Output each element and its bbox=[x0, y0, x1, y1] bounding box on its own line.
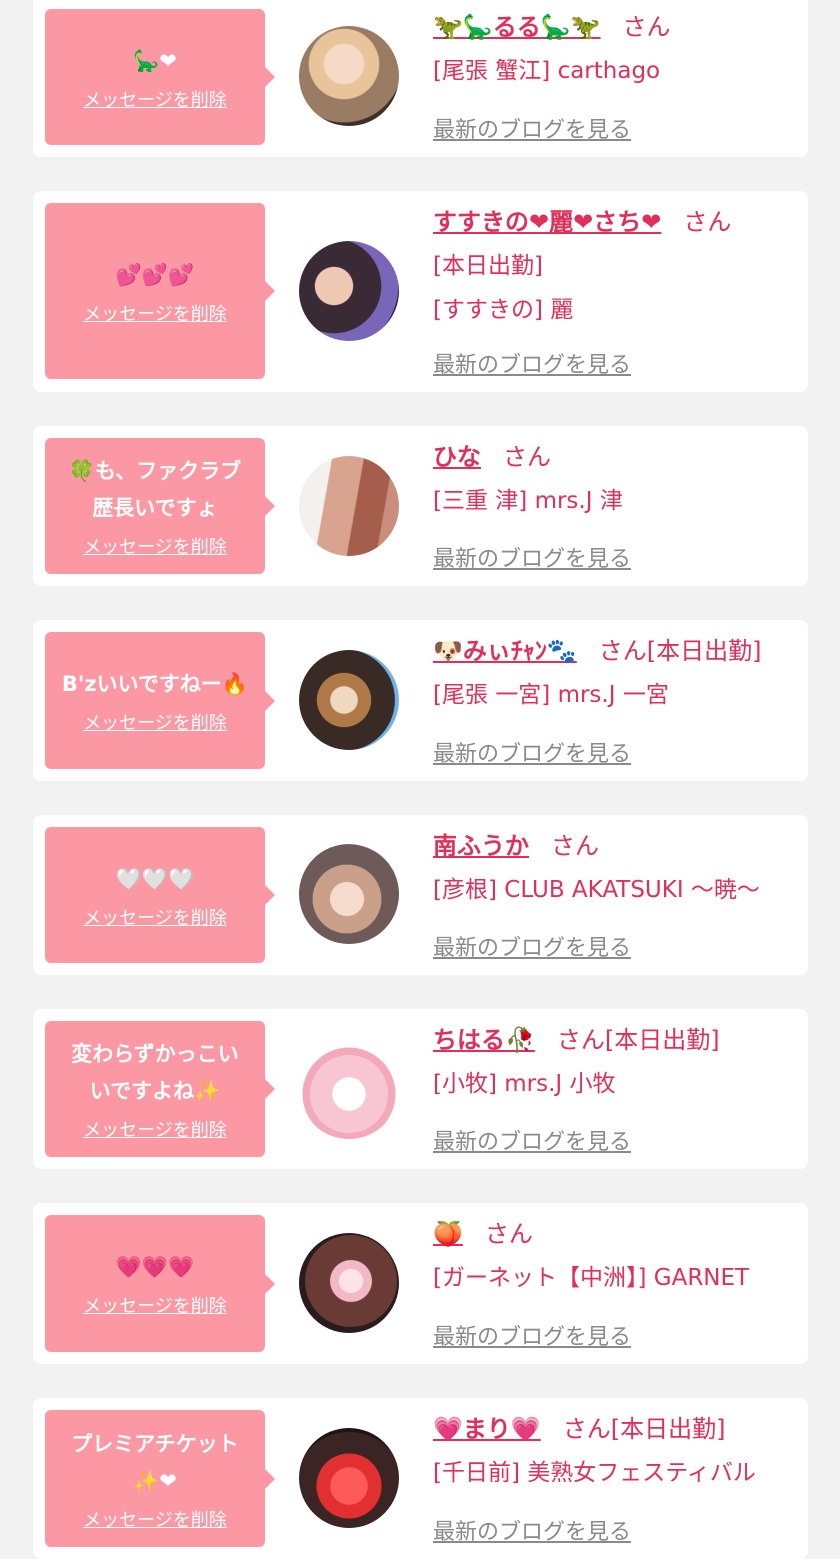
favorite-card: 🦕❤ メッセージを削除 🦖🦕るる🦕🦖 さん [尾張 蟹江] carthago 最新… bbox=[33, 0, 808, 157]
message-text: 変わらずかっこい いですよね✨ bbox=[71, 1042, 239, 1103]
shop-line: [すすきの] 麗 bbox=[433, 297, 574, 323]
message-text: 💗💗💗 bbox=[115, 1255, 195, 1279]
latest-blog-link[interactable]: 最新のブログを見る bbox=[433, 736, 631, 768]
message-bubble: 🤍🤍🤍 メッセージを削除 bbox=[45, 827, 275, 963]
message-bubble: 🍀も、ファクラブ 歴長いですょ メッセージを削除 bbox=[45, 438, 275, 574]
profile-name-link[interactable]: ちはる🥀 bbox=[433, 1026, 535, 1054]
delete-message-link[interactable]: メッセージを削除 bbox=[83, 533, 227, 559]
message-bubble: 🦕❤ メッセージを削除 bbox=[45, 9, 275, 145]
delete-message-link[interactable]: メッセージを削除 bbox=[83, 86, 227, 112]
delete-message-link[interactable]: メッセージを削除 bbox=[83, 904, 227, 930]
message-bubble: B'zいいですねー🔥 メッセージを削除 bbox=[45, 632, 275, 769]
message-text: 🤍🤍🤍 bbox=[115, 866, 195, 891]
avatar[interactable] bbox=[299, 1428, 399, 1528]
favorite-card: プレミアチケット ✨❤ メッセージを削除 💗まり💗 さん[本日出勤] [千日前] … bbox=[33, 1398, 808, 1559]
message-bubble: 💕💕💕 メッセージを削除 bbox=[45, 203, 275, 379]
avatar[interactable] bbox=[299, 456, 399, 556]
profile-name-link[interactable]: すすきの❤麗❤さち❤ bbox=[433, 208, 661, 236]
favorite-card: 💕💕💕 メッセージを削除 すすきの❤麗❤さち❤ さん [本日出勤] [すすきの] … bbox=[33, 191, 808, 392]
latest-blog-link[interactable]: 最新のブログを見る bbox=[433, 541, 631, 573]
latest-blog-link[interactable]: 最新のブログを見る bbox=[433, 112, 631, 144]
honorific: さん bbox=[503, 443, 551, 471]
shop-line: [尾張 一宮] mrs.J 一宮 bbox=[433, 682, 669, 708]
avatar[interactable] bbox=[299, 26, 399, 126]
avatar[interactable] bbox=[299, 844, 399, 944]
delete-message-link[interactable]: メッセージを削除 bbox=[83, 1292, 227, 1318]
avatar[interactable] bbox=[299, 241, 399, 341]
honorific: さん[本日出勤] bbox=[562, 1415, 726, 1443]
shop-line: [千日前] 美熟女フェスティバル bbox=[433, 1460, 756, 1486]
latest-blog-link[interactable]: 最新のブログを見る bbox=[433, 1514, 631, 1546]
honorific: さん bbox=[551, 832, 599, 860]
profile-name-link[interactable]: 🐶みぃﾁｬﾝ🐾 bbox=[433, 637, 577, 665]
latest-blog-link[interactable]: 最新のブログを見る bbox=[433, 1124, 631, 1156]
avatar[interactable] bbox=[299, 650, 399, 750]
message-bubble: 💗💗💗 メッセージを削除 bbox=[45, 1215, 275, 1352]
honorific: さん[本日出勤] bbox=[598, 637, 762, 665]
shop-line: [小牧] mrs.J 小牧 bbox=[433, 1071, 616, 1097]
message-text: 🦕❤ bbox=[133, 48, 177, 73]
message-bubble: プレミアチケット ✨❤ メッセージを削除 bbox=[45, 1410, 275, 1547]
favorite-card: 💗💗💗 メッセージを削除 🍑 さん [ガーネット【中洲】] GARNET 最新のブ… bbox=[33, 1203, 808, 1364]
shop-line: [三重 津] mrs.J 津 bbox=[433, 488, 623, 514]
avatar[interactable] bbox=[299, 1039, 399, 1139]
shop-line: [彦根] CLUB AKATSUKI 〜暁〜 bbox=[433, 877, 760, 903]
profile-name-link[interactable]: 南ふうか bbox=[433, 832, 529, 860]
honorific: さん[本日出勤] bbox=[556, 1026, 720, 1054]
delete-message-link[interactable]: メッセージを削除 bbox=[83, 1506, 227, 1532]
profile-name-link[interactable]: 💗まり💗 bbox=[433, 1415, 541, 1443]
profile-name-link[interactable]: 🍑 bbox=[433, 1220, 463, 1248]
favorite-card: 🤍🤍🤍 メッセージを削除 南ふうか さん [彦根] CLUB AKATSUKI 〜… bbox=[33, 815, 808, 975]
latest-blog-link[interactable]: 最新のブログを見る bbox=[433, 347, 631, 379]
delete-message-link[interactable]: メッセージを削除 bbox=[83, 1116, 227, 1142]
profile-name-link[interactable]: 🦖🦕るる🦕🦖 bbox=[433, 13, 601, 41]
honorific: さん bbox=[484, 1220, 533, 1248]
shop-line: [本日出勤] bbox=[433, 253, 543, 279]
honorific: さん bbox=[622, 13, 671, 41]
message-text: プレミアチケット ✨❤ bbox=[71, 1431, 239, 1493]
delete-message-link[interactable]: メッセージを削除 bbox=[83, 300, 227, 326]
message-bubble: 変わらずかっこい いですよね✨ メッセージを削除 bbox=[45, 1021, 275, 1157]
latest-blog-link[interactable]: 最新のブログを見る bbox=[433, 1319, 631, 1351]
favorite-card: B'zいいですねー🔥 メッセージを削除 🐶みぃﾁｬﾝ🐾 さん[本日出勤] [尾張 … bbox=[33, 620, 808, 781]
honorific: さん bbox=[683, 208, 732, 236]
shop-line: [ガーネット【中洲】] GARNET bbox=[433, 1265, 750, 1291]
profile-name-link[interactable]: ひな bbox=[433, 443, 481, 471]
latest-blog-link[interactable]: 最新のブログを見る bbox=[433, 930, 631, 962]
favorite-card: 🍀も、ファクラブ 歴長いですょ メッセージを削除 ひな さん [三重 津] mrs… bbox=[33, 426, 808, 586]
delete-message-link[interactable]: メッセージを削除 bbox=[83, 709, 227, 735]
message-text: 💕💕💕 bbox=[115, 262, 195, 287]
shop-line: [尾張 蟹江] carthago bbox=[433, 58, 661, 84]
favorite-card: 変わらずかっこい いですよね✨ メッセージを削除 ちはる🥀 さん[本日出勤] [小… bbox=[33, 1009, 808, 1169]
message-text: B'zいいですねー🔥 bbox=[61, 672, 249, 696]
avatar[interactable] bbox=[299, 1233, 399, 1333]
message-text: 🍀も、ファクラブ 歴長いですょ bbox=[68, 459, 242, 520]
